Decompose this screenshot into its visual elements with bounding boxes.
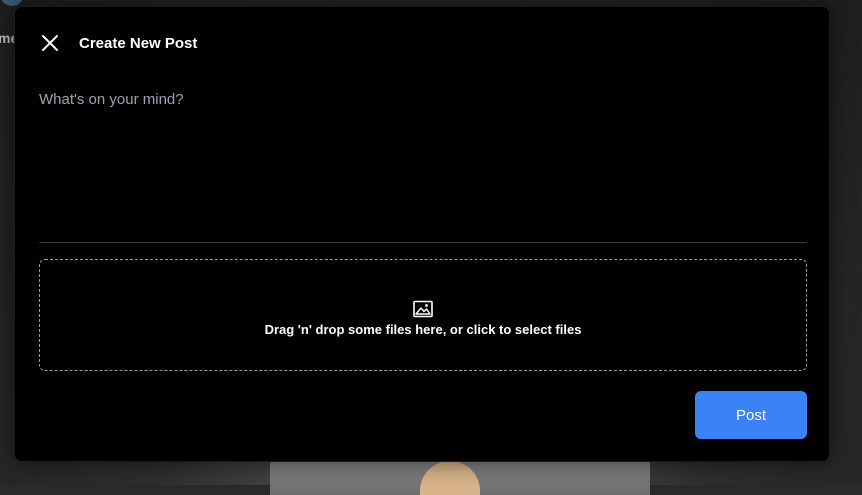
close-icon: [42, 35, 58, 51]
post-button[interactable]: Post: [695, 391, 807, 439]
dropzone-text: Drag 'n' drop some files here, or click …: [264, 321, 582, 337]
image-icon: [413, 300, 433, 317]
close-button[interactable]: [39, 32, 61, 54]
divider: [39, 242, 807, 243]
modal-header: Create New Post: [39, 31, 197, 55]
post-text-input[interactable]: [39, 87, 807, 241]
file-dropzone[interactable]: Drag 'n' drop some files here, or click …: [39, 259, 807, 371]
create-post-modal: Create New Post Drag 'n' drop some files…: [14, 6, 830, 462]
modal-title: Create New Post: [79, 34, 198, 52]
